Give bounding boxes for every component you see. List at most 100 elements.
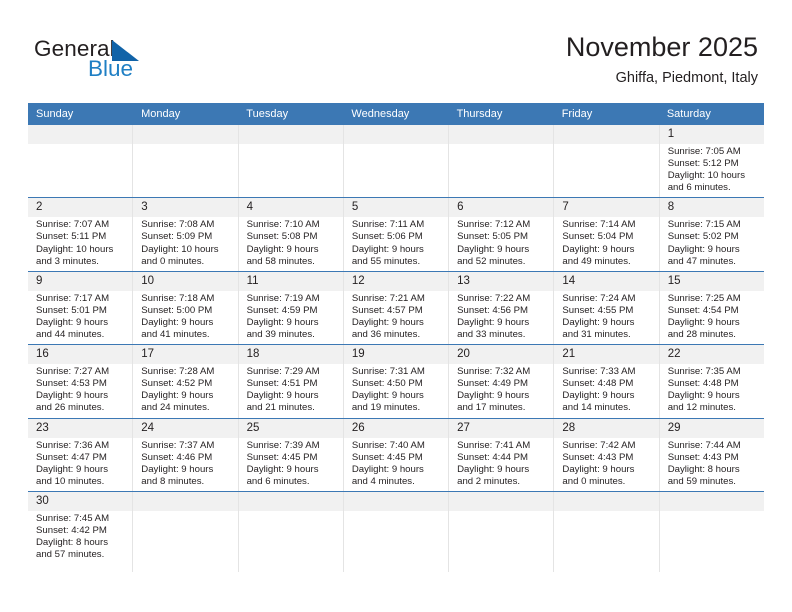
day-detail-line: Sunrise: 7:19 AM [246,292,320,304]
day-detail-line: and 6 minutes. [246,475,310,487]
weekday-header-saturday: Saturday [666,108,711,120]
day-detail-line: and 17 minutes. [457,402,526,414]
calendar-cell-day-21[interactable]: 21 Sunrise: 7:33 AM Sunset: 4:48 PM Dayligh… [553,345,658,418]
calendar-cell-day-17[interactable]: 17 Sunrise: 7:28 AM Sunset: 4:52 PM Dayligh… [132,345,237,418]
day-detail-line: Sunrise: 7:21 AM [351,292,425,304]
calendar-cell-day-5[interactable]: 5 Sunrise: 7:11 AM Sunset: 5:06 PM Daylight… [342,198,448,271]
day-detail-line: Sunrise: 7:18 AM [141,292,215,304]
day-detail-lines: Sunrise: 7:21 AM Sunset: 4:57 PM Daylight:… [344,291,448,341]
day-detail-line: Sunset: 4:45 PM [246,451,318,463]
day-detail-line: and 41 minutes. [141,329,210,341]
day-detail-line: Sunrise: 7:11 AM [351,219,425,231]
day-detail-lines: Sunrise: 7:35 AM Sunset: 4:48 PM Daylight:… [660,364,764,414]
calendar-cell-day-26[interactable]: 26 Sunrise: 7:40 AM Sunset: 4:45 PM Dayligh… [342,418,448,491]
calendar-cell-day-1[interactable]: 1 Sunrise: 7:05 AM Sunset: 5:12 PM Daylight… [658,125,764,198]
calendar-cell-day-4[interactable]: 4 Sunrise: 7:10 AM Sunset: 5:08 PM Daylight… [237,198,343,271]
week-cells: 1 Sunrise: 7:05 AM Sunset: 5:12 PM Daylight… [28,125,764,198]
calendar-weeks: 1 Sunrise: 7:05 AM Sunset: 5:12 PM Daylight… [28,125,764,572]
calendar-cell-day-16[interactable]: 16 Sunrise: 7:27 AM Sunset: 4:53 PM Dayligh… [28,345,132,417]
day-detail-lines: Sunrise: 7:25 AM Sunset: 4:54 PM Daylight:… [660,291,764,341]
day-detail-line: Sunset: 4:43 PM [667,451,739,463]
day-number: 8 [667,201,675,214]
calendar-cell-day-6[interactable]: 6 Sunrise: 7:12 AM Sunset: 5:05 PM Daylight… [448,198,553,271]
day-detail-line: Sunrise: 7:25 AM [667,292,741,304]
calendar-cell-day-30[interactable]: 30 Sunrise: 7:45 AM Sunset: 4:42 PM Dayligh… [28,492,132,572]
day-detail-line: Daylight: 9 hours [351,390,424,402]
day-detail-line: and 33 minutes. [457,329,526,341]
day-detail-line: Daylight: 9 hours [246,463,319,475]
day-detail-line: and 8 minutes. [141,475,205,487]
day-detail-line: and 57 minutes. [36,549,105,561]
day-detail-lines: Sunrise: 7:31 AM Sunset: 4:50 PM Daylight:… [344,364,448,414]
day-detail-lines: Sunrise: 7:24 AM Sunset: 4:55 PM Daylight:… [554,291,658,341]
calendar-cell-day-18[interactable]: 18 Sunrise: 7:29 AM Sunset: 4:51 PM Dayligh… [237,345,343,418]
day-detail-line: Daylight: 9 hours [351,463,424,475]
day-detail-line: and 10 minutes. [36,475,105,487]
day-detail-line: and 21 minutes. [246,402,315,414]
calendar-cell-day-3[interactable]: 3 Sunrise: 7:08 AM Sunset: 5:09 PM Daylight… [132,198,237,271]
day-number: 17 [141,348,155,361]
calendar-week-row: 23 Sunrise: 7:36 AM Sunset: 4:47 PM Dayligh… [28,417,764,491]
day-detail-lines: Sunrise: 7:17 AM Sunset: 5:01 PM Daylight:… [28,291,132,341]
calendar-cell-day-25[interactable]: 25 Sunrise: 7:39 AM Sunset: 4:45 PM Dayligh… [237,418,343,491]
general-blue-logo[interactable]: General Blue [34,37,234,90]
calendar-cell-day-23[interactable]: 23 Sunrise: 7:36 AM Sunset: 4:47 PM Dayligh… [28,419,132,491]
weekday-header-monday: Monday [141,108,181,120]
day-detail-line: Sunrise: 7:44 AM [667,439,741,451]
calendar-cell-day-2[interactable]: 2 Sunrise: 7:07 AM Sunset: 5:11 PM Daylight… [28,198,132,270]
calendar-cell-day-28[interactable]: 28 Sunrise: 7:42 AM Sunset: 4:43 PM Dayligh… [553,418,658,491]
calendar-cell-day-7[interactable]: 7 Sunrise: 7:14 AM Sunset: 5:04 PM Daylight… [553,198,658,271]
day-detail-line: Sunset: 4:50 PM [351,378,423,390]
day-detail-line: Sunrise: 7:08 AM [141,219,215,231]
calendar-cell-day-22[interactable]: 22 Sunrise: 7:35 AM Sunset: 4:48 PM Dayligh… [658,345,764,418]
day-detail-lines: Sunrise: 7:44 AM Sunset: 4:43 PM Daylight:… [660,438,764,488]
calendar-cell-day-9[interactable]: 9 Sunrise: 7:17 AM Sunset: 5:01 PM Daylight… [28,272,132,344]
day-detail-line: Sunset: 5:00 PM [141,304,213,316]
calendar-cell-day-29[interactable]: 29 Sunrise: 7:44 AM Sunset: 4:43 PM Dayligh… [658,418,764,491]
calendar-cell-day-8[interactable]: 8 Sunrise: 7:15 AM Sunset: 5:02 PM Daylight… [658,198,764,271]
day-detail-line: Sunrise: 7:22 AM [457,292,531,304]
day-number: 10 [141,274,155,287]
day-detail-line: Sunrise: 7:32 AM [457,366,531,378]
day-detail-line: and 24 minutes. [141,402,210,414]
calendar-cell-day-27[interactable]: 27 Sunrise: 7:41 AM Sunset: 4:44 PM Dayligh… [448,418,553,491]
day-detail-line: Sunset: 4:48 PM [562,378,634,390]
day-detail-line: Sunrise: 7:07 AM [36,219,110,231]
calendar-cell-day-24[interactable]: 24 Sunrise: 7:37 AM Sunset: 4:46 PM Dayligh… [132,418,237,491]
day-detail-line: Daylight: 9 hours [36,463,108,475]
day-detail-line: Sunrise: 7:05 AM [667,146,741,157]
day-detail-lines: Sunrise: 7:42 AM Sunset: 4:43 PM Daylight:… [554,438,658,488]
day-detail-line: Sunset: 5:05 PM [457,231,529,243]
day-detail-line: Sunset: 5:06 PM [351,231,423,243]
calendar-cell-day-10[interactable]: 10 Sunrise: 7:18 AM Sunset: 5:00 PM Dayligh… [132,271,237,345]
day-detail-line: and 0 minutes. [562,475,626,487]
day-detail-line: and 55 minutes. [351,255,421,267]
day-detail-line: and 36 minutes. [351,329,421,341]
day-detail-line: Sunrise: 7:15 AM [667,219,741,231]
day-detail-line: Sunset: 5:09 PM [141,231,213,243]
calendar-cell-empty [132,125,237,198]
calendar-cell-day-14[interactable]: 14 Sunrise: 7:24 AM Sunset: 4:55 PM Dayligh… [553,271,658,345]
calendar-cell-day-15[interactable]: 15 Sunrise: 7:25 AM Sunset: 4:54 PM Dayligh… [658,271,764,345]
day-number: 12 [351,274,365,287]
day-number: 21 [562,348,576,361]
day-detail-line: Sunrise: 7:40 AM [351,439,425,451]
day-detail-lines: Sunrise: 7:07 AM Sunset: 5:11 PM Daylight:… [28,217,132,267]
day-detail-line: Sunset: 5:01 PM [36,304,107,316]
day-detail-line: Sunset: 4:54 PM [667,304,739,316]
calendar-cell-day-19[interactable]: 19 Sunrise: 7:31 AM Sunset: 4:50 PM Dayligh… [342,345,448,418]
calendar-cell-day-12[interactable]: 12 Sunrise: 7:21 AM Sunset: 4:57 PM Dayligh… [342,271,448,345]
day-number: 6 [457,201,464,214]
calendar-cell-day-13[interactable]: 13 Sunrise: 7:22 AM Sunset: 4:56 PM Dayligh… [448,271,553,345]
day-detail-line: Daylight: 9 hours [562,316,635,328]
day-detail-line: Daylight: 9 hours [141,390,214,402]
day-detail-line: Sunrise: 7:42 AM [562,439,636,451]
logo-text-blue: Blue [88,56,134,81]
calendar-cell-empty [237,491,343,572]
calendar-cell-day-11[interactable]: 11 Sunrise: 7:19 AM Sunset: 4:59 PM Dayligh… [237,271,343,345]
day-detail-line: Sunset: 4:53 PM [36,378,107,390]
day-number: 30 [36,494,49,507]
calendar-cell-day-20[interactable]: 20 Sunrise: 7:32 AM Sunset: 4:49 PM Dayligh… [448,345,553,418]
day-detail-lines: Sunrise: 7:05 AM Sunset: 5:12 PM Daylight:… [660,144,764,194]
day-detail-lines: Sunrise: 7:32 AM Sunset: 4:49 PM Daylight:… [449,364,553,414]
